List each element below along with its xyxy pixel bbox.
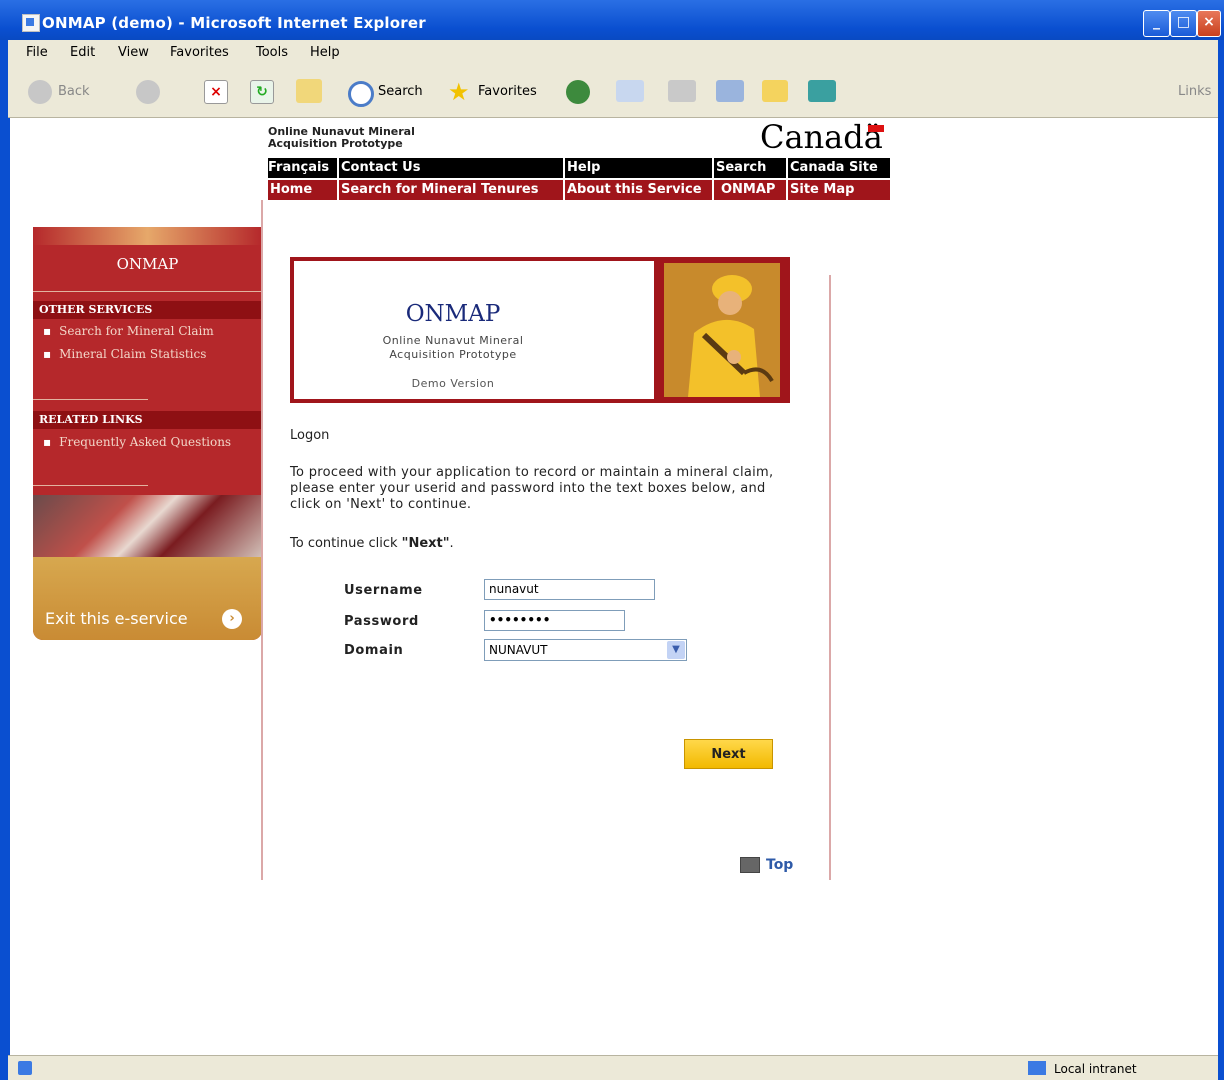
continue-suffix: .: [449, 536, 454, 551]
window-frame-right: [1218, 40, 1224, 1080]
nav-francais[interactable]: Français: [268, 160, 329, 175]
menu-favorites[interactable]: Favorites: [170, 45, 229, 60]
forward-icon[interactable]: [136, 80, 160, 104]
maximize-button[interactable]: □: [1170, 10, 1197, 37]
banner-sub-line-2: Acquisition Prototype: [389, 348, 517, 361]
status-bar: Local intranet: [8, 1055, 1218, 1080]
onmap-banner: ONMAP Online Nunavut Mineral Acquisition…: [290, 257, 790, 403]
sidebar-flag-image: [33, 495, 262, 557]
chevron-down-icon[interactable]: ▼: [667, 641, 685, 659]
continue-instruction: To continue click "Next".: [290, 536, 454, 551]
page-status-icon: [18, 1061, 32, 1075]
print-icon[interactable]: [668, 80, 696, 102]
links-label[interactable]: Links: [1178, 84, 1211, 99]
username-field[interactable]: nunavut: [484, 579, 655, 600]
edit-icon[interactable]: [716, 80, 744, 102]
nav-search-mineral-tenures[interactable]: Search for Mineral Tenures: [341, 182, 538, 197]
minimize-button[interactable]: _: [1143, 10, 1170, 37]
menu-bar: File Edit View Favorites Tools Help: [8, 40, 1218, 66]
nav-search[interactable]: Search: [716, 160, 766, 175]
favorites-label[interactable]: Favorites: [478, 84, 537, 99]
header-line-2: Acquisition Prototype: [268, 137, 403, 150]
continue-next-emphasis: "Next": [401, 536, 450, 551]
content-border-right: [829, 275, 831, 880]
history-icon[interactable]: [566, 80, 590, 104]
nav-bar-secondary: Home Search for Mineral Tenures About th…: [268, 180, 890, 200]
sidebar-link-faq[interactable]: Frequently Asked Questions: [43, 435, 231, 449]
banner-text-panel: ONMAP Online Nunavut Mineral Acquisition…: [294, 261, 654, 399]
favorites-star-icon[interactable]: ★: [448, 78, 470, 106]
search-label[interactable]: Search: [378, 84, 423, 99]
next-button[interactable]: Next: [684, 739, 773, 769]
miner-illustration: [664, 263, 780, 397]
domain-label: Domain: [344, 643, 404, 658]
canada-flag-icon: [868, 125, 884, 132]
banner-sub-line-1: Online Nunavut Mineral: [382, 334, 524, 347]
mail-icon[interactable]: [616, 80, 644, 102]
stop-icon[interactable]: ×: [204, 80, 228, 104]
zone-label: Local intranet: [1054, 1062, 1137, 1076]
canada-wordmark: Canadä: [760, 118, 883, 156]
nav-site-map[interactable]: Site Map: [790, 182, 854, 197]
exit-link[interactable]: Exit this e-service: [45, 609, 188, 628]
menu-view[interactable]: View: [118, 45, 149, 60]
banner-subtitle: Online Nunavut Mineral Acquisition Proto…: [294, 334, 612, 362]
continue-text: To continue click: [290, 536, 398, 551]
sidebar: ONMAP OTHER SERVICES Search for Mineral …: [33, 227, 262, 640]
logon-instructions: To proceed with your application to reco…: [290, 465, 774, 512]
sidebar-link-mineral-claim-statistics[interactable]: Mineral Claim Statistics: [43, 347, 206, 361]
home-icon[interactable]: [296, 79, 322, 103]
search-icon[interactable]: [348, 81, 374, 107]
nav-about-service[interactable]: About this Service: [567, 182, 702, 197]
sidebar-link-search-mineral-claim[interactable]: Search for Mineral Claim: [43, 324, 214, 338]
related-links-heading: RELATED LINKS: [33, 411, 262, 429]
top-arrow-icon[interactable]: [740, 857, 760, 873]
sidebar-title: ONMAP: [116, 255, 179, 273]
window-title: ONMAP (demo) - Microsoft Internet Explor…: [42, 14, 426, 32]
top-link[interactable]: Top: [766, 857, 793, 873]
nav-contact-us[interactable]: Contact Us: [341, 160, 420, 175]
logon-heading: Logon: [290, 428, 330, 443]
refresh-icon[interactable]: ↻: [250, 80, 274, 104]
password-label: Password: [344, 614, 419, 629]
username-label: Username: [344, 583, 423, 598]
arrow-right-icon[interactable]: ›: [222, 609, 242, 629]
menu-tools[interactable]: Tools: [256, 45, 288, 60]
nav-canada-site[interactable]: Canada Site: [790, 160, 878, 175]
nav-onmap[interactable]: ONMAP: [721, 182, 775, 197]
nav-bar-primary: Français Contact Us Help Search Canada S…: [268, 158, 890, 178]
other-services-heading: OTHER SERVICES: [33, 301, 262, 319]
banner-demo-label: Demo Version: [411, 377, 495, 390]
back-icon[interactable]: [28, 80, 52, 104]
menu-help[interactable]: Help: [310, 45, 340, 60]
exit-panel: Exit this e-service ›: [33, 557, 262, 640]
domain-select[interactable]: NUNAVUT ▼: [484, 639, 687, 661]
content-border-left: [261, 200, 263, 880]
site-header-title: Online Nunavut Mineral Acquisition Proto…: [268, 126, 488, 150]
intranet-icon: [1028, 1061, 1046, 1075]
toolbar: Back × ↻ Search ★ Favorites Links: [8, 66, 1218, 118]
close-button[interactable]: ×: [1197, 10, 1221, 37]
nav-home[interactable]: Home: [270, 182, 312, 197]
domain-value: NUNAVUT: [489, 643, 548, 657]
menu-file[interactable]: File: [26, 45, 48, 60]
window-frame-left: [0, 40, 10, 1080]
nav-help[interactable]: Help: [567, 160, 600, 175]
messenger-icon[interactable]: [808, 80, 836, 102]
password-field[interactable]: ••••••••: [484, 610, 625, 631]
banner-title: ONMAP: [405, 301, 501, 327]
back-label[interactable]: Back: [58, 84, 90, 99]
menu-edit[interactable]: Edit: [70, 45, 95, 60]
ie-icon: [22, 14, 40, 32]
folder-icon[interactable]: [762, 80, 788, 102]
